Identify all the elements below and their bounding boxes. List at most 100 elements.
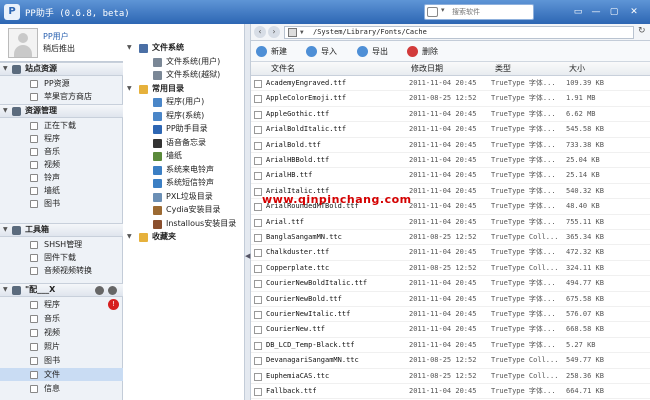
sidebar-item-device-apps[interactable]: 程序! (0, 298, 123, 311)
maximize-button[interactable]: ▢ (606, 5, 622, 19)
sidebar-item-apple-store[interactable]: 苹果官方商店 (0, 90, 123, 103)
row-checkbox[interactable] (254, 157, 262, 165)
row-checkbox[interactable] (254, 372, 262, 381)
table-row[interactable]: CourierNewBoldItalic.ttf 2011-11-04 20:45… (251, 276, 650, 292)
forward-button[interactable]: › (268, 26, 280, 38)
row-checkbox[interactable] (254, 234, 262, 242)
sidebar-item-firmware[interactable]: 固件下载 (0, 251, 123, 264)
back-button[interactable]: ‹ (254, 26, 266, 38)
sidebar-item-music[interactable]: 音乐 (0, 145, 123, 158)
sidebar-item-shsh[interactable]: SHSH管理 (0, 238, 123, 251)
search-type-dropdown[interactable]: ▾ (441, 6, 445, 14)
sidebar-item-converter[interactable]: 音频视频转换 (0, 264, 123, 277)
table-row[interactable]: EuphemiaCAS.ttc 2011-08-25 12:52 TrueType … (251, 369, 650, 384)
section-site-resources[interactable]: ▼ 站点资源 (0, 62, 123, 76)
table-row[interactable]: BanglaSangamMN.ttc 2011-08-25 12:52 TrueTy… (251, 230, 650, 246)
section-resource-management[interactable]: ▼ 资源管理 (0, 104, 123, 118)
tree-group[interactable]: ▼ 收藏夹 (124, 230, 245, 244)
row-checkbox[interactable] (254, 172, 262, 181)
search-input[interactable] (452, 6, 532, 18)
row-checkbox[interactable] (254, 311, 262, 319)
current-path[interactable]: /System/Library/Fonts/Cache (313, 27, 427, 38)
tree-group[interactable]: ▼ 文件系统 (124, 41, 245, 55)
row-checkbox[interactable] (254, 280, 262, 289)
table-row[interactable]: Fallback.ttf 2011-11-04 20:45 TrueType 字体.… (251, 384, 650, 400)
refresh-button[interactable]: ↻ (638, 26, 646, 36)
expand-arrow-icon[interactable]: ▼ (127, 41, 132, 55)
table-row[interactable]: Copperplate.ttc 2011-08-25 12:52 TrueType … (251, 261, 650, 277)
collapse-arrow-icon[interactable]: ▼ (3, 105, 8, 117)
row-checkbox[interactable] (254, 95, 262, 104)
tree-item[interactable]: Installous安装目录 (124, 217, 245, 231)
collapse-arrow-icon[interactable]: ◀ (245, 252, 250, 260)
collapse-arrow-icon[interactable]: ▼ (3, 284, 8, 296)
collapse-arrow-icon[interactable]: ▼ (3, 224, 8, 236)
path-field[interactable]: ▼ /System/Library/Fonts/Cache (284, 26, 634, 39)
tree-item[interactable]: PP助手目录 (124, 122, 245, 136)
row-checkbox[interactable] (254, 141, 262, 150)
search-type-icon[interactable] (427, 7, 438, 17)
expand-arrow-icon[interactable]: ▼ (127, 230, 132, 244)
row-checkbox[interactable] (254, 249, 262, 258)
tree-item[interactable]: Cydia安装目录 (124, 203, 245, 217)
sidebar-item-device-files[interactable]: 文件 (0, 368, 123, 381)
tree-item[interactable]: 程序(用户) (124, 95, 245, 109)
sidebar-item-device-books[interactable]: 图书 (0, 354, 123, 367)
sidebar-item-downloading[interactable]: 正在下载 (0, 119, 123, 132)
tree-group[interactable]: ▼ 常用目录 (124, 82, 245, 96)
table-row[interactable]: ArialHB.ttf 2011-11-04 20:45 TrueType 字体..… (251, 168, 650, 184)
table-row[interactable]: Arial.ttf 2011-11-04 20:45 TrueType 字体... 7… (251, 215, 650, 230)
column-date[interactable]: 修改日期 (411, 62, 443, 76)
row-checkbox[interactable] (254, 126, 262, 135)
sidebar-item-device-music[interactable]: 音乐 (0, 312, 123, 325)
table-row[interactable]: Chalkduster.ttf 2011-11-04 20:45 TrueType … (251, 245, 650, 261)
row-checkbox[interactable] (254, 218, 262, 227)
search-box[interactable]: ▾ (424, 4, 534, 20)
row-checkbox[interactable] (254, 295, 262, 304)
table-row[interactable]: ArialBold.ttf 2011-11-04 20:45 TrueType 字体… (251, 138, 650, 153)
expand-arrow-icon[interactable]: ▼ (127, 82, 132, 96)
device-sync-icon[interactable] (95, 286, 104, 295)
device-menu-icon[interactable] (108, 286, 117, 295)
table-row[interactable]: DB_LCD_Temp-Black.ttf 2011-11-04 20:45 Tru… (251, 338, 650, 354)
row-checkbox[interactable] (254, 110, 262, 119)
tree-item[interactable]: 墙纸 (124, 149, 245, 163)
table-row[interactable]: ArialHBBold.ttf 2011-11-04 20:45 TrueType … (251, 153, 650, 169)
tree-item[interactable]: PXL垃圾目录 (124, 190, 245, 204)
sidebar-item-device-messages[interactable]: 信息 (0, 382, 123, 395)
table-row[interactable]: AcademyEngraved.ttf 2011-11-04 20:45 TrueT… (251, 76, 650, 92)
row-checkbox[interactable] (254, 341, 262, 350)
table-row[interactable]: AppleGothic.ttf 2011-11-04 20:45 TrueType … (251, 107, 650, 123)
minimize-button[interactable]: — (588, 5, 604, 19)
tree-item[interactable]: 程序(系统) (124, 109, 245, 123)
sidebar-item-device-video[interactable]: 视频 (0, 326, 123, 339)
table-row[interactable]: CourierNewBold.ttf 2011-11-04 20:45 TrueTy… (251, 292, 650, 307)
chevron-down-icon[interactable]: ▼ (300, 27, 304, 38)
sidebar-item-video[interactable]: 视频 (0, 158, 123, 171)
close-button[interactable]: ✕ (626, 5, 642, 19)
section-toolbox[interactable]: ▼ 工具箱 (0, 223, 123, 237)
tree-item[interactable]: 系统短信铃声 (124, 176, 245, 190)
tree-item[interactable]: 语音备忘录 (124, 136, 245, 150)
column-name[interactable]: 文件名 (271, 62, 295, 76)
sidebar-item-wallpaper[interactable]: 墙纸 (0, 184, 123, 197)
tree-item[interactable]: 文件系统(用户) (124, 55, 245, 69)
row-checkbox[interactable] (254, 203, 262, 212)
row-checkbox[interactable] (254, 80, 262, 88)
column-type[interactable]: 类型 (495, 62, 511, 76)
column-size[interactable]: 大小 (569, 62, 585, 76)
user-name[interactable]: PP用户 (43, 31, 69, 42)
sidebar-item-apps[interactable]: 程序 (0, 132, 123, 145)
table-row[interactable]: DevanagariSangamMN.ttc 2011-08-25 12:52 Tr… (251, 353, 650, 369)
row-checkbox[interactable] (254, 264, 262, 273)
table-row[interactable]: CourierNewItalic.ttf 2011-11-04 20:45 True… (251, 307, 650, 323)
collapse-arrow-icon[interactable]: ▼ (3, 63, 8, 75)
table-row[interactable]: CourierNew.ttf 2011-11-04 20:45 TrueType 字… (251, 322, 650, 338)
sidebar-item-ringtones[interactable]: 铃声 (0, 171, 123, 184)
row-checkbox[interactable] (254, 326, 262, 335)
table-row[interactable]: AppleColorEmoji.ttf 2011-08-25 12:52 TrueT… (251, 91, 650, 107)
sidebar-item-books[interactable]: 图书 (0, 197, 123, 210)
skin-button[interactable]: ▭ (570, 5, 586, 19)
table-row[interactable]: ArialBoldItalic.ttf 2011-11-04 20:45 TrueT… (251, 122, 650, 138)
row-checkbox[interactable] (254, 357, 262, 366)
